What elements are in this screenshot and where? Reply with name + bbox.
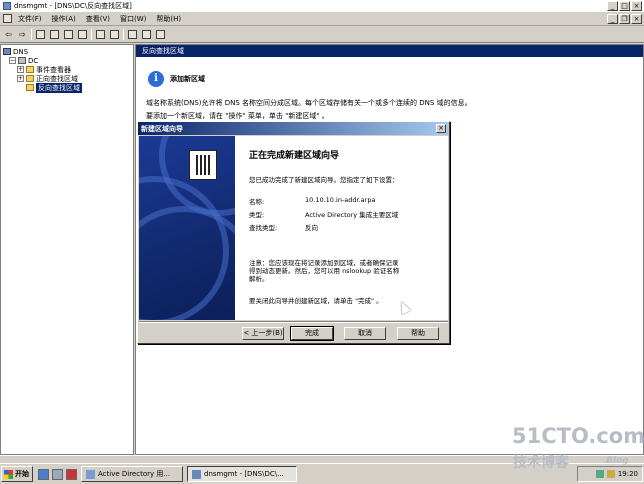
field-type: 类型: Active Directory 集成主要区域: [249, 211, 399, 219]
folder-icon: [26, 84, 34, 91]
export-icon[interactable]: [77, 29, 88, 40]
refresh-icon[interactable]: [63, 29, 74, 40]
server-icon: [189, 150, 217, 180]
windows-logo-icon: [4, 469, 13, 479]
info-title: i 添加新区域: [148, 71, 205, 87]
dialog-body: 正在完成新建区域向导 您已成功完成了新建区域向导。您指定了如下设置： 名称: 1…: [139, 136, 448, 320]
dialog-titlebar: 新建区域向导: [138, 122, 449, 135]
help-button[interactable]: 帮助: [397, 327, 439, 340]
task-active-directory[interactable]: Active Directory 用...: [81, 466, 183, 482]
window-controls: _ □ ×: [607, 1, 642, 11]
maximize-button[interactable]: □: [619, 1, 630, 11]
menu-bar: 文件(F) 操作(A) 查看(V) 窗口(W) 帮助(H) _ ❐ ×: [0, 12, 644, 26]
menu-file[interactable]: 文件(F): [13, 14, 47, 24]
system-tray: 19:20: [577, 466, 643, 482]
field-name: 名称: 10.10.10.in-addr.arpa: [249, 196, 376, 206]
show-tree-icon[interactable]: [49, 29, 60, 40]
mdi-restore-button[interactable]: ❐: [619, 14, 630, 24]
desktop-icon[interactable]: [52, 468, 63, 480]
wizard-banner: [139, 136, 235, 320]
forward-arrow-icon[interactable]: ⇨: [17, 29, 28, 40]
up-folder-icon[interactable]: [35, 29, 46, 40]
volume-icon[interactable]: [606, 470, 615, 478]
mdi-close-button[interactable]: ×: [631, 14, 642, 24]
finish-button[interactable]: 完成: [290, 326, 334, 341]
server-icon: [18, 57, 26, 64]
menu-window[interactable]: 窗口(W): [115, 14, 151, 24]
wizard-note: 得到动态更新。然后，您可以用 nslookup 验证名称: [249, 267, 400, 275]
server-icon[interactable]: [127, 29, 138, 40]
wizard-intro: 您已成功完成了新建区域向导。您指定了如下设置：: [249, 176, 399, 184]
expand-icon[interactable]: +: [17, 66, 24, 73]
dns-app-icon: [3, 2, 11, 10]
app-icon[interactable]: [66, 468, 77, 480]
ie-icon[interactable]: [38, 468, 49, 480]
field-lookup-type: 查找类型: 反向: [249, 224, 318, 232]
wizard-finish-hint: 要关闭此向导并创建新区域，请单击 "完成" 。: [249, 297, 383, 305]
toolbar: ⇦ ⇨: [0, 27, 644, 43]
watermark-blog-cn: 技术博客: [513, 455, 569, 471]
tree-node-dns[interactable]: DNS: [3, 47, 131, 56]
start-button[interactable]: 开始: [1, 466, 33, 482]
folder-icon: [26, 66, 34, 73]
info-text: 域名称系统(DNS)允许将 DNS 名称空间分成区域。每个区域存储有关一个或多个…: [146, 97, 626, 123]
window-title: dnsmgmt - [DNS\DC\反向查找区域]: [14, 2, 132, 10]
cancel-button[interactable]: 取消: [344, 327, 386, 340]
menu-help[interactable]: 帮助(H): [151, 14, 186, 24]
mdi-minimize-button[interactable]: _: [607, 14, 618, 24]
toolbar-separator: [31, 29, 32, 40]
properties-icon[interactable]: [109, 29, 120, 40]
menu-view[interactable]: 查看(V): [81, 14, 115, 24]
mdi-controls: _ ❐ ×: [607, 14, 642, 24]
list-icon[interactable]: [141, 29, 152, 40]
wizard-heading: 正在完成新建区域向导: [249, 151, 340, 161]
dialog-close-button[interactable]: ×: [436, 124, 446, 133]
tree-node-reverse-zones[interactable]: 反向查找区域: [3, 82, 131, 93]
details-header: 反向查找区域: [136, 45, 643, 57]
info-title-text: 添加新区域: [170, 75, 205, 83]
clock[interactable]: 19:20: [618, 470, 638, 478]
window-titlebar: dnsmgmt - [DNS\DC\反向查找区域] _ □ ×: [0, 0, 644, 12]
zone-icon[interactable]: [155, 29, 166, 40]
watermark-blog-en: Blog: [606, 456, 629, 466]
network-icon[interactable]: [595, 470, 604, 478]
dns-icon: [192, 469, 201, 479]
folder-icon: [26, 75, 34, 82]
info-line: 域名称系统(DNS)允许将 DNS 名称空间分成区域。每个区域存储有关一个或多个…: [146, 99, 472, 107]
help-icon[interactable]: [95, 29, 106, 40]
back-button[interactable]: < 上一步(B): [242, 327, 284, 340]
wizard-note: 解析。: [249, 275, 269, 283]
task-dnsmgmt[interactable]: dnsmgmt - [DNS\DC\...: [187, 466, 297, 482]
toolbar-separator: [123, 29, 124, 40]
ad-icon: [86, 469, 95, 479]
dns-icon: [3, 48, 11, 55]
console-tree: DNS − DC + 事件查看器 + 正向查找区域 反向查找区域: [0, 44, 134, 455]
dialog-separator: [139, 321, 448, 323]
expand-icon[interactable]: +: [17, 75, 24, 82]
console-icon[interactable]: [2, 13, 13, 24]
collapse-icon[interactable]: −: [9, 57, 16, 64]
menu-action[interactable]: 操作(A): [47, 14, 81, 24]
close-button[interactable]: ×: [631, 1, 642, 11]
toolbar-separator: [91, 29, 92, 40]
watermark-site: 51CTO.com: [512, 424, 644, 448]
quick-launch: [38, 468, 77, 480]
minimize-button[interactable]: _: [607, 1, 618, 11]
info-icon: i: [148, 71, 164, 87]
dialog-title: 新建区域向导: [141, 124, 183, 133]
back-arrow-icon[interactable]: ⇦: [3, 29, 14, 40]
